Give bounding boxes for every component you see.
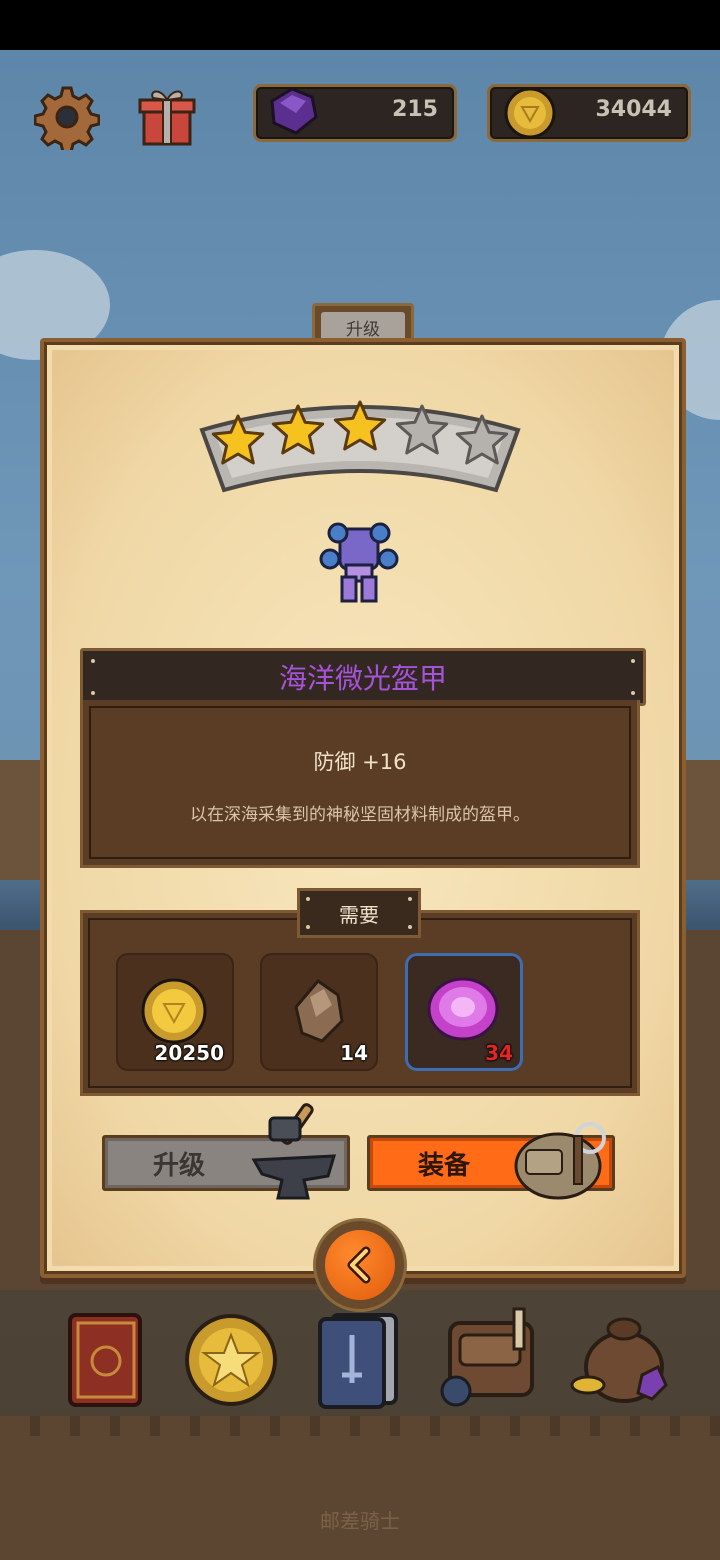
requirement-qty: 14 [340, 1041, 368, 1065]
backpack-icon[interactable] [436, 1305, 546, 1415]
armor-icon [319, 522, 399, 603]
item-name: 海洋微光盔甲 [278, 662, 447, 695]
coin-counter[interactable]: 34044 [487, 84, 691, 142]
loot-bag-icon[interactable] [566, 1305, 676, 1415]
star-coin-icon[interactable] [176, 1305, 286, 1415]
item-name-bar: 海洋微光盔甲 [80, 648, 646, 706]
gift-icon[interactable] [134, 82, 200, 148]
card-deck-icon[interactable] [306, 1305, 416, 1415]
anvil-hammer-icon [251, 1103, 337, 1200]
upgrade-button-label: 升级 [153, 1150, 206, 1181]
requirements-tab: 需要 [297, 888, 421, 938]
equip-button-label: 装备 [418, 1150, 471, 1181]
requirement-slot-coins[interactable]: 20250 [116, 953, 234, 1071]
gear-icon[interactable] [34, 84, 100, 150]
back-button[interactable] [313, 1218, 407, 1312]
coin-count: 34044 [595, 97, 672, 122]
game-title: 邮差骑士 [320, 1509, 400, 1533]
star-rating [199, 400, 521, 493]
gem-icon [270, 87, 318, 135]
bottom-nav-bar [0, 1416, 720, 1560]
item-description-box: 防御 +16 以在深海采集到的神秘坚固材料制成的盔甲。 [80, 700, 640, 868]
pink-crystal-icon [427, 977, 499, 1041]
chevron-left-icon [347, 1246, 371, 1284]
status-bar [0, 0, 720, 50]
requirement-qty: 34 [485, 1041, 513, 1065]
coin-icon [504, 87, 556, 139]
bag-icon [514, 1122, 606, 1200]
item-description: 以在深海采集到的神秘坚固材料制成的盔甲。 [190, 805, 530, 825]
item-stat: 防御 +16 [313, 750, 407, 774]
ore-icon [294, 978, 344, 1043]
requirement-slot-crystal[interactable]: 34 [405, 953, 523, 1071]
requirements-label: 需要 [339, 902, 379, 927]
requirement-slot-ore[interactable]: 14 [260, 953, 378, 1071]
coin-icon [141, 978, 207, 1044]
requirement-qty: 20250 [154, 1041, 224, 1065]
book-icon[interactable] [56, 1305, 166, 1415]
gem-counter[interactable]: 215 [253, 84, 457, 142]
gem-count: 215 [392, 97, 438, 122]
